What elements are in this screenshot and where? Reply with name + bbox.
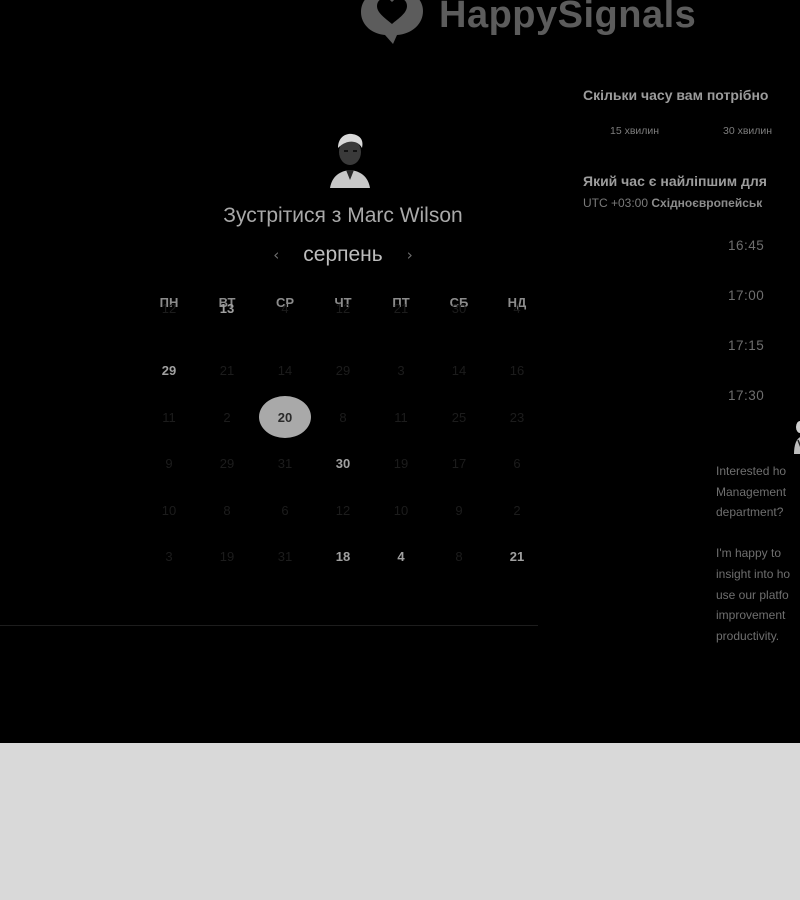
calendar-day: 25 xyxy=(451,409,467,425)
scheduler-panel: HappySignals Зустрітися з Marc Wilson ‹ … xyxy=(0,0,800,743)
calendar-day: 10 xyxy=(393,502,409,518)
host-avatar-icon xyxy=(322,130,378,188)
calendar-day[interactable]: 30 xyxy=(314,441,372,488)
duration-option-15[interactable]: 15 хвилин xyxy=(610,125,659,137)
calendar-day: 8 xyxy=(339,409,347,425)
time-slot[interactable]: 17:30 xyxy=(728,388,764,403)
calendar-day: 21 xyxy=(219,363,235,379)
calendar-day: 6 xyxy=(513,456,521,472)
intro-paragraph-1: Interested ho Management department? xyxy=(716,464,787,520)
calendar-day[interactable]: 21 xyxy=(488,534,546,581)
chevron-right-icon[interactable]: › xyxy=(405,246,415,264)
calendar-day: 8 xyxy=(223,502,231,518)
month-label: серпень xyxy=(303,243,383,266)
calendar-day: 4 xyxy=(513,301,521,316)
calendar-day: 12 xyxy=(161,301,177,316)
calendar-day: 12 xyxy=(335,502,351,518)
calendar-day: 3 xyxy=(397,363,405,379)
intro-paragraph-2: I'm happy to insight into ho use our pla… xyxy=(716,546,791,643)
calendar-day: 6 xyxy=(281,502,289,518)
brand-name: HappySignals xyxy=(439,0,697,36)
calendar-day: 11 xyxy=(162,409,176,425)
host-mini-avatar-icon xyxy=(794,421,800,454)
calendar-day: 12 xyxy=(335,301,351,316)
divider xyxy=(0,625,538,626)
calendar-day: 30 xyxy=(451,301,467,316)
chevron-left-icon[interactable]: ‹ xyxy=(271,246,281,264)
calendar-day: 21 xyxy=(393,301,409,316)
calendar-day[interactable]: 4 xyxy=(372,534,430,581)
calendar-grid: 12 13 4 12 21 30 4 29 21 14 29 3 14 16 11 2 20 8 11 25 23 9 29… xyxy=(140,301,546,580)
calendar-day: 14 xyxy=(277,363,293,379)
calendar-day: 8 xyxy=(455,549,463,565)
timezone-name: Східноєвропейськ xyxy=(651,196,763,210)
calendar-day-selected[interactable]: 20 xyxy=(256,394,314,441)
calendar-day: 2 xyxy=(223,409,231,425)
brand-logo: HappySignals xyxy=(355,0,696,46)
calendar-day: 9 xyxy=(455,502,463,518)
calendar-day: 17 xyxy=(451,456,467,472)
calendar-day: 19 xyxy=(219,549,235,565)
calendar-day: 4 xyxy=(281,301,289,316)
calendar-day: 31 xyxy=(277,456,293,472)
calendar-day[interactable]: 13 xyxy=(198,301,256,348)
calendar-day: 2 xyxy=(513,502,521,518)
calendar-day: 3 xyxy=(165,549,173,565)
duration-option-30[interactable]: 30 хвилин xyxy=(723,125,772,137)
host-intro-text: Interested ho Management department? I'm… xyxy=(716,461,800,646)
heart-speech-bubble-icon xyxy=(361,0,423,44)
calendar-day: 11 xyxy=(394,409,408,425)
calendar-day: 10 xyxy=(161,502,177,518)
timezone-label[interactable]: UTC +03:00 Східноєвропейськ xyxy=(583,196,762,210)
month-navigation: ‹ серпень › xyxy=(0,243,686,267)
calendar-day: 16 xyxy=(509,363,525,379)
calendar-day: 29 xyxy=(335,363,351,379)
calendar-day: 19 xyxy=(393,456,409,472)
calendar-day: 14 xyxy=(451,363,467,379)
calendar-day: 9 xyxy=(165,456,173,472)
time-slot[interactable]: 16:45 xyxy=(728,238,764,253)
calendar-day: 31 xyxy=(277,549,293,565)
time-slot[interactable]: 17:00 xyxy=(728,288,764,303)
timezone-offset: UTC +03:00 xyxy=(583,196,649,210)
calendar-day[interactable]: 29 xyxy=(140,348,198,395)
time-question: Який час є найліпшим для xyxy=(583,173,767,189)
duration-question: Скільки часу вам потрібно xyxy=(583,87,769,103)
calendar-day: 29 xyxy=(219,456,235,472)
calendar-day: 23 xyxy=(509,409,525,425)
calendar-day[interactable]: 18 xyxy=(314,534,372,581)
time-slot[interactable]: 17:15 xyxy=(728,338,764,353)
